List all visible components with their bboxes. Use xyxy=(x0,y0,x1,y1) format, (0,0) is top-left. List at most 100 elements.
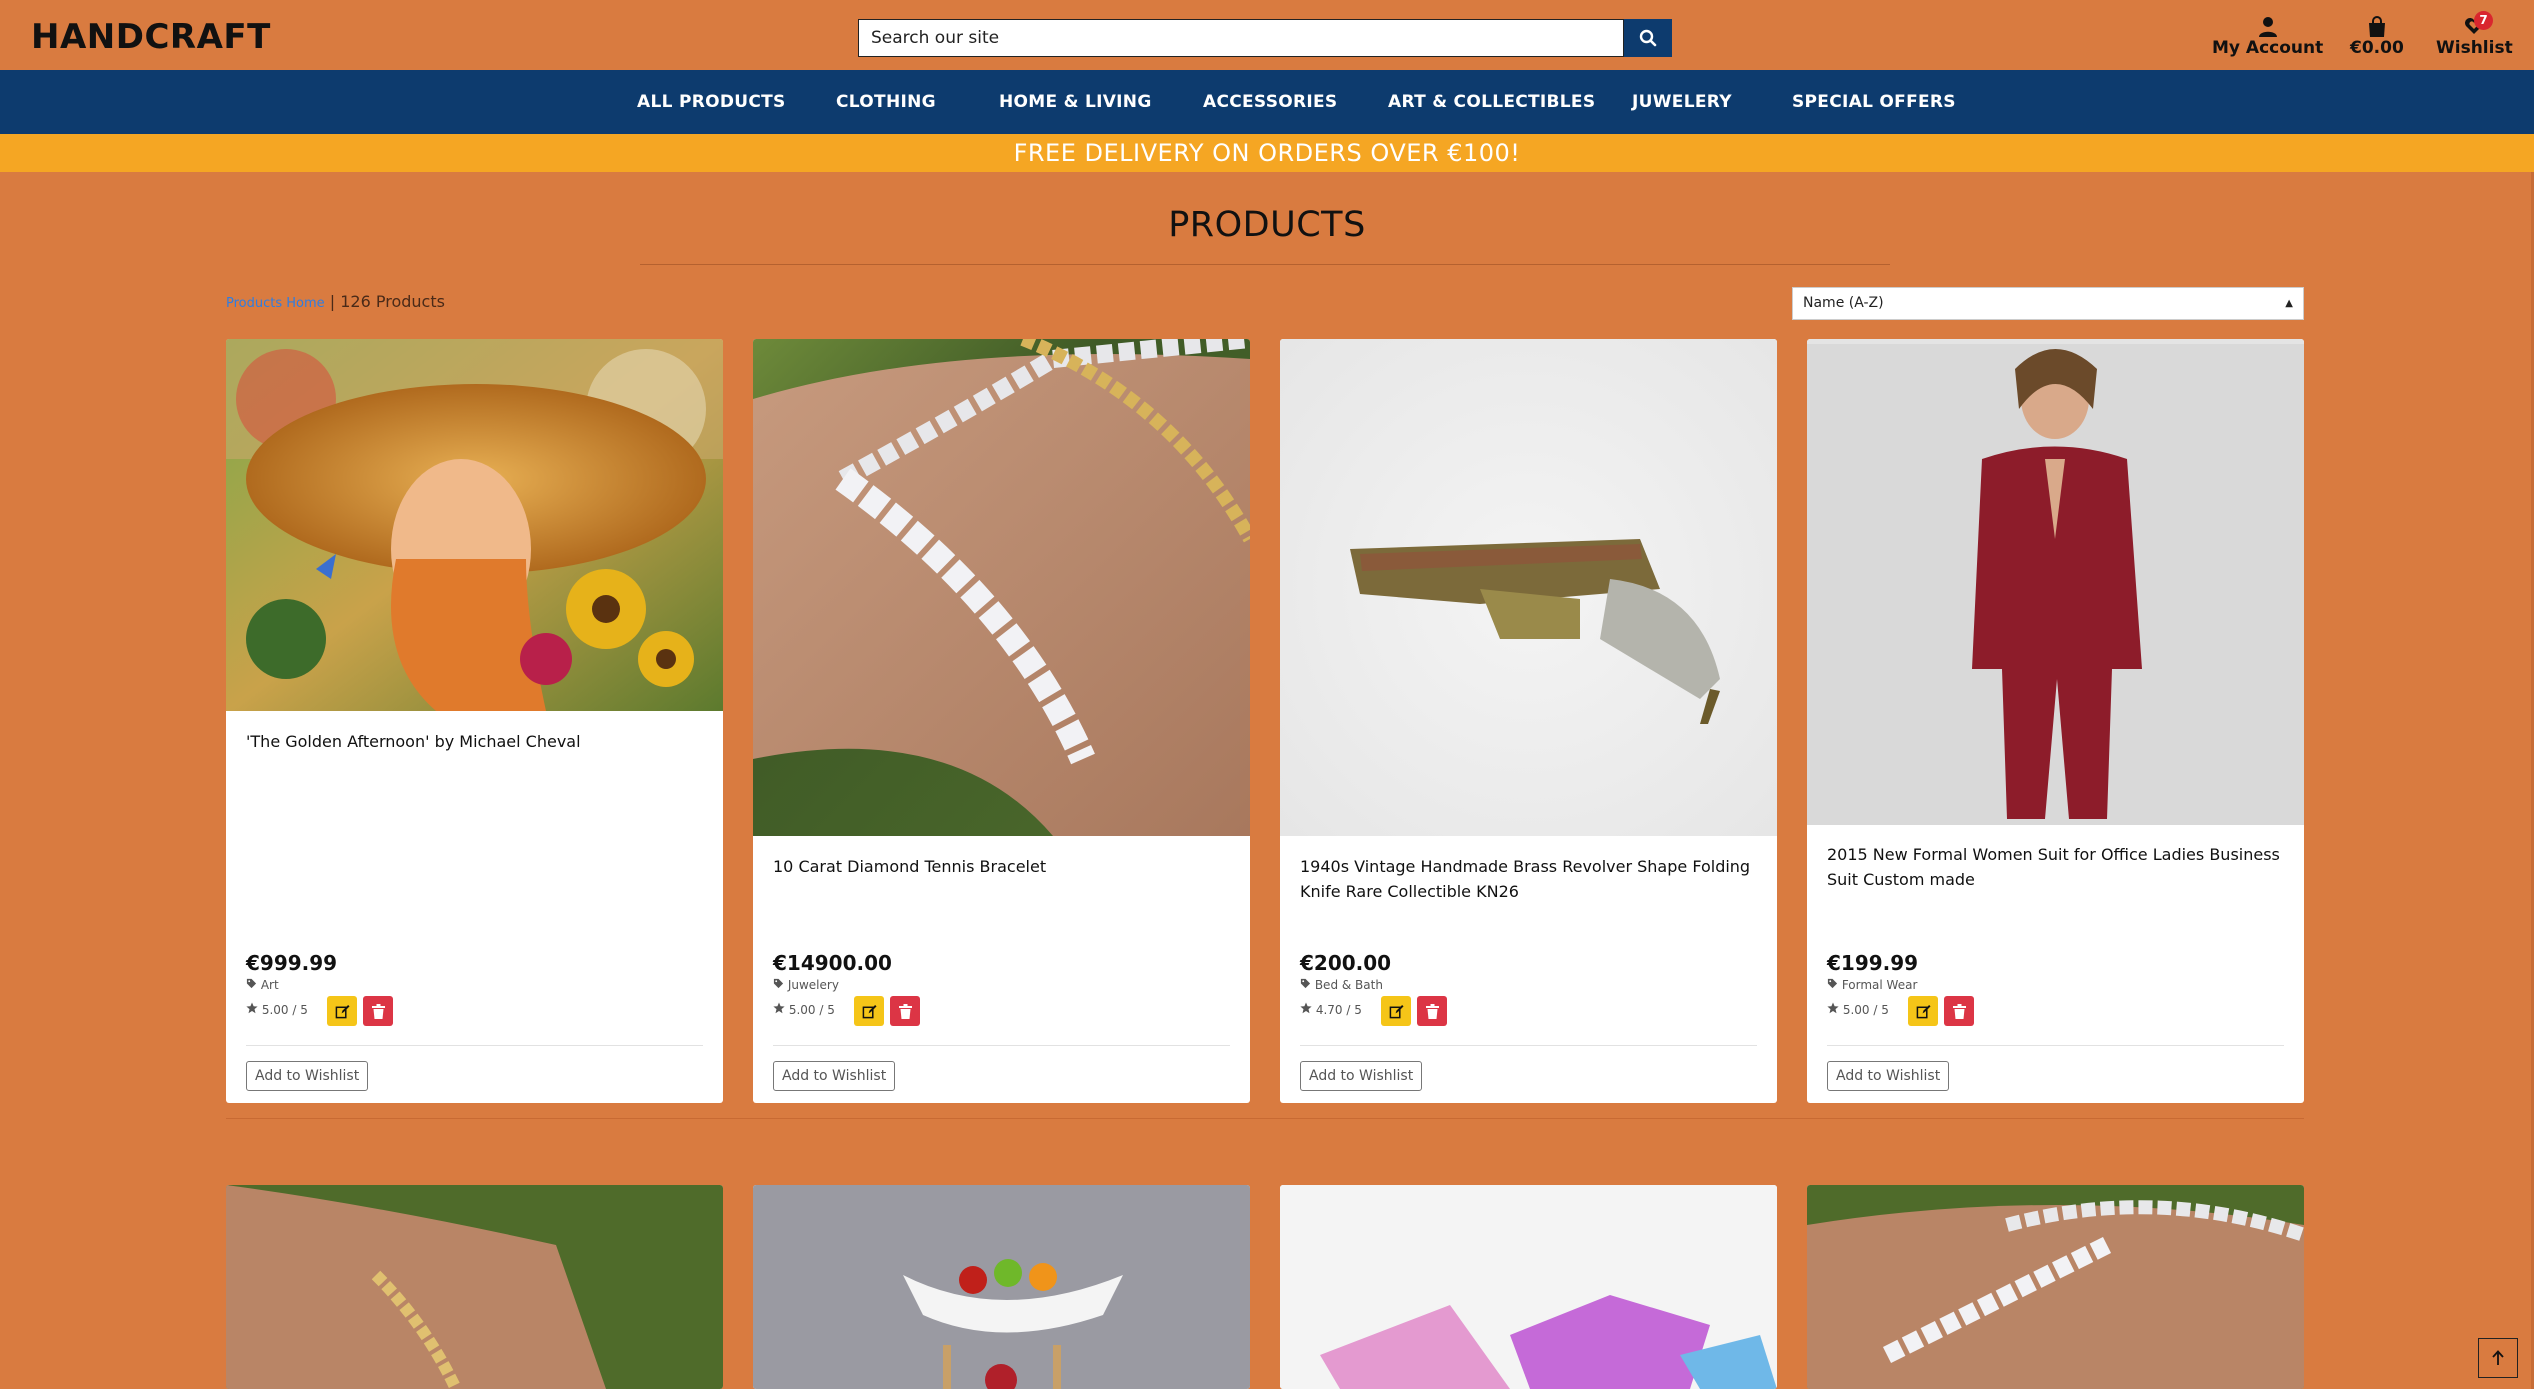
product-rating: 4.70 / 5 xyxy=(1300,1002,1362,1017)
product-image[interactable] xyxy=(1807,339,2304,825)
product-price: €14900.00 xyxy=(773,951,892,975)
card-divider xyxy=(246,1045,703,1046)
add-to-wishlist-button[interactable]: Add to Wishlist xyxy=(1827,1061,1950,1091)
star-icon xyxy=(246,1002,258,1014)
product-card xyxy=(1807,1185,2304,1389)
delete-button[interactable] xyxy=(1417,996,1447,1026)
sort-select[interactable]: Name (A-Z) ▲ xyxy=(1792,287,2304,320)
sort-selected-value: Name (A-Z) xyxy=(1803,295,1884,311)
product-price: €999.99 xyxy=(246,951,338,975)
edit-icon xyxy=(335,1004,350,1018)
my-account-link[interactable]: My Account xyxy=(2212,12,2323,58)
row-divider xyxy=(226,1118,2304,1119)
delete-button[interactable] xyxy=(890,996,920,1026)
product-image[interactable] xyxy=(753,339,1250,836)
edit-icon xyxy=(1389,1004,1404,1018)
product-count: 126 Products xyxy=(340,292,445,311)
wishlist-label: Wishlist xyxy=(2436,38,2513,58)
delete-button[interactable] xyxy=(363,996,393,1026)
add-to-wishlist-button[interactable]: Add to Wishlist xyxy=(773,1061,896,1091)
nav-item-juwelery[interactable]: JUWELERY xyxy=(1632,70,1732,134)
product-category: Formal Wear xyxy=(1827,978,1917,992)
tag-icon xyxy=(1827,978,1838,989)
tag-icon xyxy=(246,978,257,989)
product-rating: 5.00 / 5 xyxy=(246,1002,308,1017)
product-image[interactable] xyxy=(1280,339,1777,836)
edit-icon xyxy=(862,1004,877,1018)
product-category: Juwelery xyxy=(773,978,839,992)
product-category: Bed & Bath xyxy=(1300,978,1383,992)
cart-total: €0.00 xyxy=(2350,38,2404,58)
nav-item-art-collectibles[interactable]: ART & COLLECTIBLES xyxy=(1388,70,1595,134)
user-icon xyxy=(2258,17,2277,37)
product-card: 10 Carat Diamond Tennis Bracelet €14900.… xyxy=(753,339,1250,1103)
product-card: 1940s Vintage Handmade Brass Revolver Sh… xyxy=(1280,339,1777,1103)
search-icon xyxy=(1639,29,1657,47)
trash-icon xyxy=(371,1003,385,1019)
trash-icon xyxy=(1952,1003,1966,1019)
main-nav: ALL PRODUCTS CLOTHING HOME & LIVING ACCE… xyxy=(0,70,2534,134)
product-image[interactable] xyxy=(226,1185,723,1389)
card-divider xyxy=(773,1045,1230,1046)
product-card xyxy=(226,1185,723,1389)
product-card xyxy=(753,1185,1250,1389)
star-icon xyxy=(1827,1002,1839,1014)
nav-item-accessories[interactable]: ACCESSORIES xyxy=(1203,70,1337,134)
brand-logo[interactable]: HANDCRAFT xyxy=(31,17,271,57)
add-to-wishlist-button[interactable]: Add to Wishlist xyxy=(1300,1061,1423,1091)
product-price: €200.00 xyxy=(1300,951,1392,975)
product-rating: 5.00 / 5 xyxy=(1827,1002,1889,1017)
product-card: 2015 New Formal Women Suit for Office La… xyxy=(1807,339,2304,1103)
wishlist-count-badge: 7 xyxy=(2474,11,2493,30)
add-to-wishlist-button[interactable]: Add to Wishlist xyxy=(246,1061,369,1091)
trash-icon xyxy=(898,1003,912,1019)
edit-button[interactable] xyxy=(854,996,884,1026)
my-account-label: My Account xyxy=(2212,38,2324,58)
search-form xyxy=(858,19,1672,57)
delete-button[interactable] xyxy=(1944,996,1974,1026)
arrow-up-icon xyxy=(2492,1350,2504,1365)
product-image[interactable] xyxy=(753,1185,1250,1389)
edit-button[interactable] xyxy=(327,996,357,1026)
star-icon xyxy=(773,1002,785,1014)
product-name[interactable]: 1940s Vintage Handmade Brass Revolver Sh… xyxy=(1300,854,1757,904)
product-rating: 5.00 / 5 xyxy=(773,1002,835,1017)
tag-icon xyxy=(773,978,784,989)
trash-icon xyxy=(1425,1003,1439,1019)
breadcrumb-separator: | xyxy=(324,292,341,311)
nav-item-special-offers[interactable]: SPECIAL OFFERS xyxy=(1792,70,1956,134)
card-divider xyxy=(1827,1045,2284,1046)
promo-banner: FREE DELIVERY ON ORDERS OVER €100! xyxy=(0,134,2534,172)
product-card xyxy=(1280,1185,1777,1389)
title-divider xyxy=(640,264,1890,265)
search-button[interactable] xyxy=(1624,19,1672,57)
breadcrumb-products-home[interactable]: Products Home xyxy=(226,296,325,311)
product-card: 'The Golden Afternoon' by Michael Cheval… xyxy=(226,339,723,1103)
product-category: Art xyxy=(246,978,279,992)
breadcrumb: Products Home | 126 Products xyxy=(226,292,445,311)
page-title: PRODUCTS xyxy=(1168,205,1366,245)
nav-item-all-products[interactable]: ALL PRODUCTS xyxy=(637,70,786,134)
shopping-bag-icon xyxy=(2368,16,2385,37)
card-divider xyxy=(1300,1045,1757,1046)
star-icon xyxy=(1300,1002,1312,1014)
product-image[interactable] xyxy=(226,339,723,711)
nav-item-home-living[interactable]: HOME & LIVING xyxy=(999,70,1152,134)
product-name[interactable]: 2015 New Formal Women Suit for Office La… xyxy=(1827,842,2284,892)
wishlist-link[interactable]: 7 Wishlist xyxy=(2436,11,2513,58)
product-name[interactable]: 'The Golden Afternoon' by Michael Cheval xyxy=(246,729,703,754)
tag-icon xyxy=(1300,978,1311,989)
product-image[interactable] xyxy=(1807,1185,2304,1389)
product-price: €199.99 xyxy=(1827,951,1919,975)
edit-icon xyxy=(1916,1004,1931,1018)
back-to-top-button[interactable] xyxy=(2478,1338,2518,1378)
product-name[interactable]: 10 Carat Diamond Tennis Bracelet xyxy=(773,854,1230,879)
search-input[interactable] xyxy=(858,19,1624,57)
edit-button[interactable] xyxy=(1908,996,1938,1026)
select-arrows-icon: ▲ xyxy=(2285,298,2293,309)
nav-item-clothing[interactable]: CLOTHING xyxy=(836,70,936,134)
cart-link[interactable]: €0.00 xyxy=(2350,12,2404,58)
product-image[interactable] xyxy=(1280,1185,1777,1389)
edit-button[interactable] xyxy=(1381,996,1411,1026)
site-header: HANDCRAFT My Account €0.00 7 Wishlist xyxy=(0,0,2534,70)
